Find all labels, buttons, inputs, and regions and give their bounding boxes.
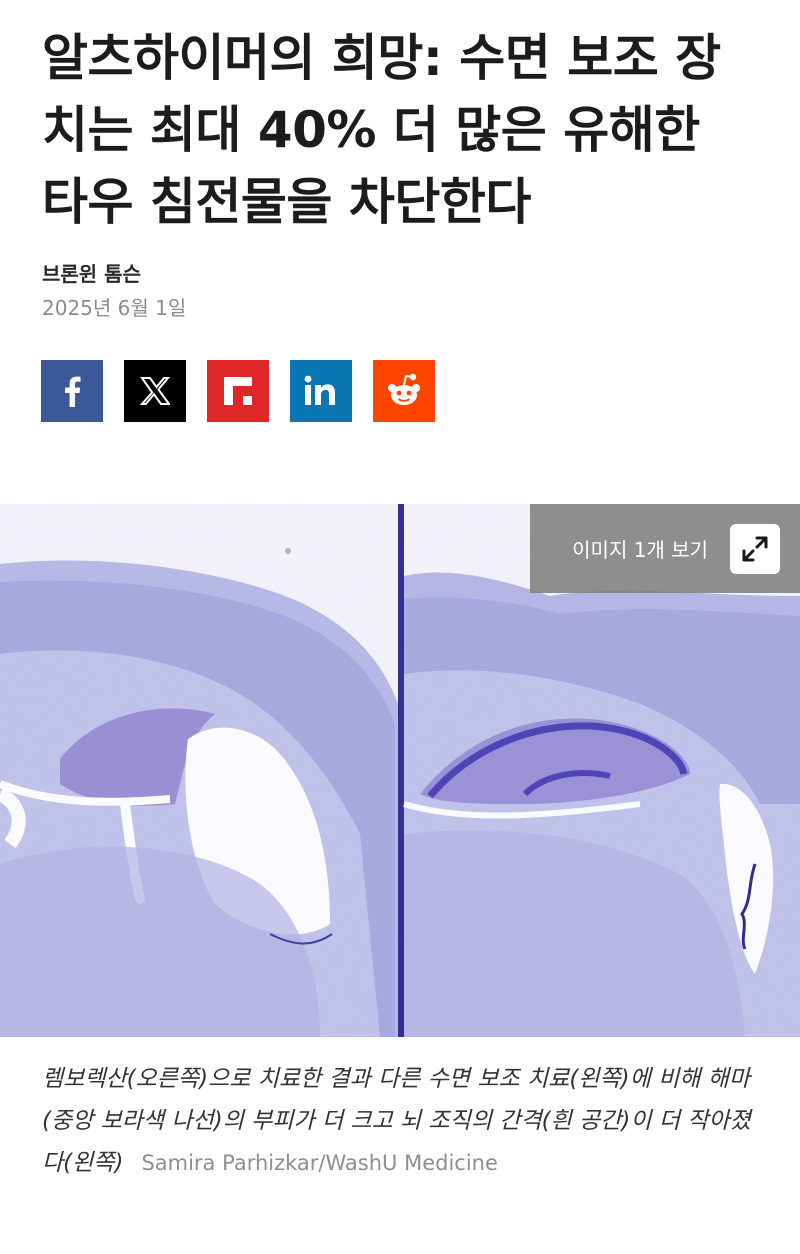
share-flipboard-button[interactable] — [207, 360, 269, 422]
figure-caption: 렘보렉산(오른쪽)으로 치료한 결과 다른 수면 보조 치료(왼쪽)에 비해 해… — [42, 1058, 762, 1184]
expand-button[interactable] — [730, 523, 780, 574]
linkedin-icon — [304, 375, 335, 405]
share-reddit-button[interactable] — [373, 360, 435, 422]
reddit-icon — [388, 373, 420, 405]
share-facebook-button[interactable] — [41, 360, 103, 422]
expand-icon — [742, 536, 768, 561]
x-icon — [140, 377, 170, 405]
view-images-label: 이미지 1개 보기 — [572, 538, 708, 562]
article-figure[interactable]: 이미지 1개 보기 — [0, 504, 800, 1037]
facebook-icon — [65, 376, 81, 407]
article-date: 2025년 6월 1일 — [42, 296, 187, 320]
view-images-button[interactable]: 이미지 1개 보기 — [530, 504, 800, 593]
photo-credit: Samira Parhizkar/WashU Medicine — [141, 1151, 498, 1175]
flipboard-icon — [224, 377, 252, 405]
article-headline: 알츠하이머의 희망: 수면 보조 장치는 최대 40% 더 많은 유해한 타우 … — [42, 29, 721, 231]
article-author[interactable]: 브론윈 톰슨 — [42, 258, 141, 287]
share-linkedin-button[interactable] — [290, 360, 352, 422]
share-x-button[interactable] — [124, 360, 186, 422]
share-bar — [41, 360, 435, 422]
